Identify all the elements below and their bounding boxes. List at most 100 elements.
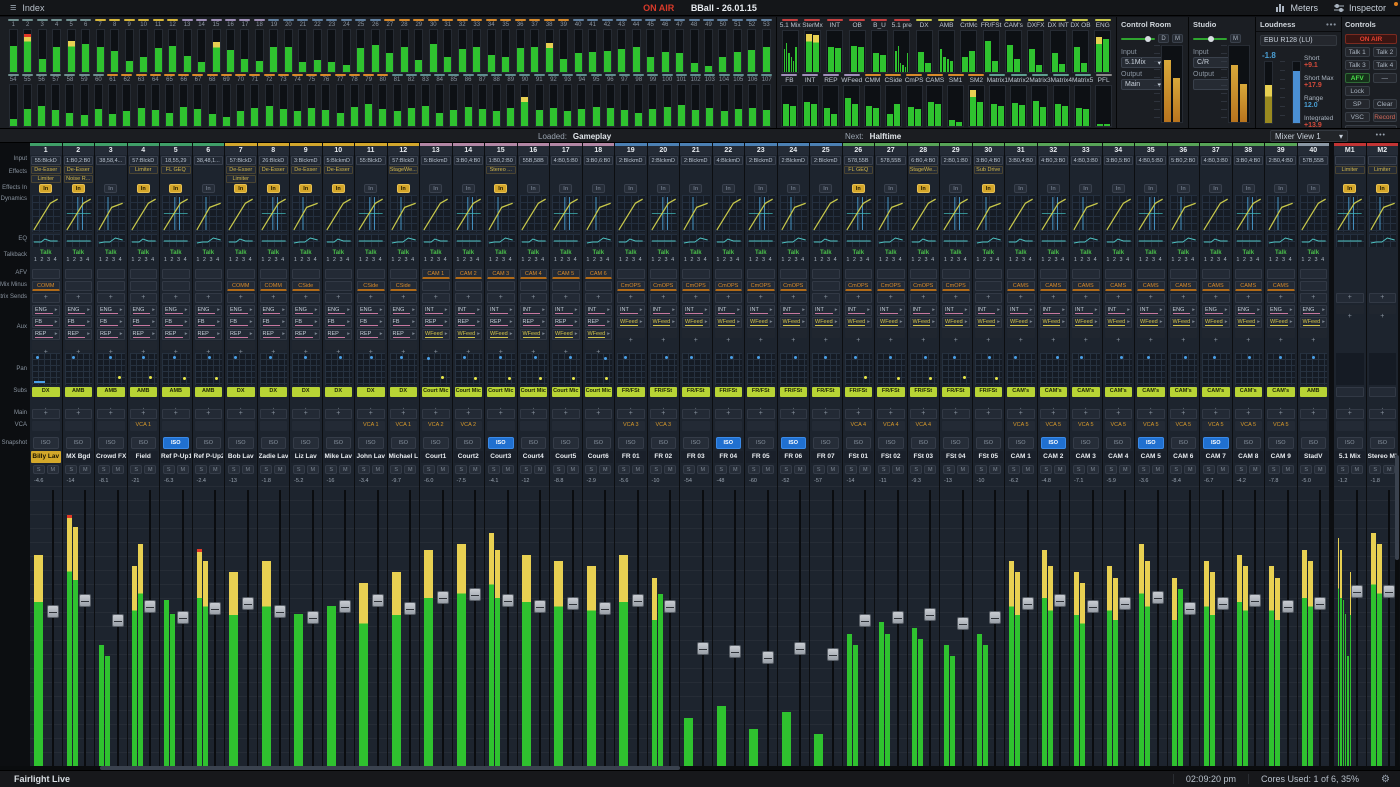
main-assign-button[interactable]: + xyxy=(1300,409,1328,419)
main-assign-button[interactable]: + xyxy=(130,409,158,419)
matrix-sends-add[interactable]: + xyxy=(780,293,808,303)
mute-button[interactable]: M xyxy=(1172,34,1183,43)
input-patch[interactable]: 1:B0,2:B0 xyxy=(64,156,94,165)
aux-add-button[interactable]: + xyxy=(975,329,1003,338)
solo-button[interactable]: S xyxy=(325,465,337,474)
afv-button[interactable] xyxy=(195,269,223,279)
pan-pad[interactable] xyxy=(1235,353,1263,385)
channel-name[interactable]: CAM 4 xyxy=(1104,451,1134,463)
aux-send-chip[interactable]: WFeed▸ xyxy=(877,317,905,328)
fader-track[interactable] xyxy=(1287,490,1289,766)
fader-track[interactable] xyxy=(1388,490,1390,766)
channel-name[interactable]: Stereo Mix xyxy=(1368,451,1398,463)
aux-send-chip[interactable]: REP▸ xyxy=(130,329,158,340)
aux-add-button[interactable]: + xyxy=(780,329,808,338)
fader-handle[interactable] xyxy=(827,648,839,661)
matrix-sends-add[interactable]: + xyxy=(1170,293,1198,303)
aux-send-chip[interactable]: WFeed▸ xyxy=(682,317,710,328)
aux-send-chip[interactable]: REP▸ xyxy=(227,329,255,340)
pan-pad[interactable] xyxy=(97,353,125,385)
aux-add-button[interactable]: + xyxy=(227,341,255,350)
solo-button[interactable]: S xyxy=(98,465,110,474)
snapshot-iso-button[interactable]: ISO xyxy=(716,437,742,449)
fader-handle[interactable] xyxy=(502,594,514,607)
pan-pad[interactable] xyxy=(1170,353,1198,385)
channel-number[interactable]: 18 xyxy=(583,146,615,155)
channel-name[interactable]: CAM 2 xyxy=(1039,451,1069,463)
effects-in-button[interactable]: In xyxy=(429,184,442,193)
sub-add-button[interactable]: + xyxy=(680,398,712,408)
fader-handle[interactable] xyxy=(1022,597,1034,610)
sub-add-button[interactable]: + xyxy=(1233,398,1265,408)
aux-send-chip[interactable]: INT▸ xyxy=(780,305,808,316)
mute-button[interactable]: M xyxy=(1119,465,1131,474)
fader-track[interactable] xyxy=(409,490,411,766)
eq-graph[interactable] xyxy=(1105,234,1133,247)
effects-in-button[interactable]: In xyxy=(754,184,767,193)
mix-minus-button[interactable]: CmOPS xyxy=(747,281,775,291)
fader-track[interactable] xyxy=(1092,490,1094,766)
snapshot-iso-button[interactable]: ISO xyxy=(1301,437,1327,449)
aux-send-chip[interactable]: WFeed▸ xyxy=(1202,317,1230,328)
mute-button[interactable]: M xyxy=(1054,465,1066,474)
talkback-cell[interactable]: Talk1 2 3 4 xyxy=(258,248,290,268)
mute-button[interactable]: M xyxy=(794,465,806,474)
eq-graph[interactable] xyxy=(390,234,418,247)
eq-graph[interactable] xyxy=(1300,234,1328,247)
aux-send-chip[interactable]: INT▸ xyxy=(747,305,775,316)
mix-minus-button[interactable] xyxy=(97,281,125,291)
effects-in-button[interactable]: In xyxy=(494,184,507,193)
loudness-menu-icon[interactable]: ••• xyxy=(1326,20,1337,29)
sub-add-button[interactable]: + xyxy=(615,398,647,408)
aux-send-chip[interactable]: WFeed▸ xyxy=(455,329,483,340)
channel-name[interactable]: FR 01 xyxy=(616,451,646,463)
mute-button[interactable]: M xyxy=(989,465,1001,474)
mix-minus-button[interactable]: CmOPS xyxy=(910,281,938,291)
snapshot-iso-button[interactable]: ISO xyxy=(456,437,482,449)
channel-name[interactable]: FR 05 xyxy=(746,451,776,463)
solo-button[interactable]: S xyxy=(1170,465,1182,474)
aux-send-chip[interactable]: FB▸ xyxy=(32,317,60,328)
channel-number[interactable]: 32 xyxy=(1038,146,1070,155)
pan-pad[interactable] xyxy=(357,353,385,385)
vca-assign[interactable]: VCA 1 xyxy=(130,421,158,431)
onair-button[interactable]: ON AIR xyxy=(1345,34,1397,44)
fader-handle[interactable] xyxy=(307,611,319,624)
snapshot-iso-button[interactable]: ISO xyxy=(748,437,774,449)
aux-send-chip[interactable]: INT▸ xyxy=(975,305,1003,316)
main-assign-button[interactable]: + xyxy=(617,409,645,419)
solo-button[interactable]: S xyxy=(1105,465,1117,474)
channel-number[interactable]: 26 xyxy=(843,146,875,155)
main-assign-button[interactable]: + xyxy=(780,409,808,419)
aux-add-button[interactable]: + xyxy=(32,341,60,350)
aux-add-button[interactable]: + xyxy=(682,329,710,338)
channel-name[interactable]: Court4 xyxy=(519,451,549,463)
sub-bus-chip[interactable]: DX xyxy=(260,387,288,397)
fader-handle[interactable] xyxy=(437,591,449,604)
fader-handle[interactable] xyxy=(1054,594,1066,607)
matrix-sends-add[interactable]: + xyxy=(845,293,873,303)
effects-in-button[interactable]: In xyxy=(72,184,85,193)
eq-graph[interactable] xyxy=(97,234,125,247)
effect-chip[interactable]: Limiter xyxy=(129,166,159,174)
sub-add-button[interactable]: + xyxy=(1367,398,1399,408)
mix-minus-button[interactable]: CAMS xyxy=(1267,281,1295,291)
aux-add-button[interactable]: + xyxy=(422,341,450,350)
dynamics-graph[interactable] xyxy=(975,195,1003,232)
mix-minus-button[interactable]: CAMS xyxy=(1170,281,1198,291)
eq-graph[interactable] xyxy=(422,234,450,247)
pan-pad[interactable] xyxy=(292,353,320,385)
input-patch[interactable]: 3:B0,4:B0 xyxy=(1234,156,1264,165)
talkback-cell[interactable]: Talk1 2 3 4 xyxy=(388,248,420,268)
aux-add-button[interactable]: + xyxy=(715,329,743,338)
channel-number[interactable]: 27 xyxy=(875,146,907,155)
mix-minus-button[interactable]: CAMS xyxy=(1235,281,1263,291)
sub-bus-chip[interactable]: CAM's xyxy=(1072,387,1100,397)
vca-assign[interactable] xyxy=(780,421,808,431)
afv-button[interactable] xyxy=(357,269,385,279)
mix-minus-button[interactable] xyxy=(130,281,158,291)
fader-track[interactable] xyxy=(799,490,801,766)
talkback-cell[interactable]: Talk1 2 3 4 xyxy=(550,248,582,268)
sub-add-button[interactable]: + xyxy=(193,398,225,408)
talkback-cell[interactable]: Talk1 2 3 4 xyxy=(908,248,940,268)
